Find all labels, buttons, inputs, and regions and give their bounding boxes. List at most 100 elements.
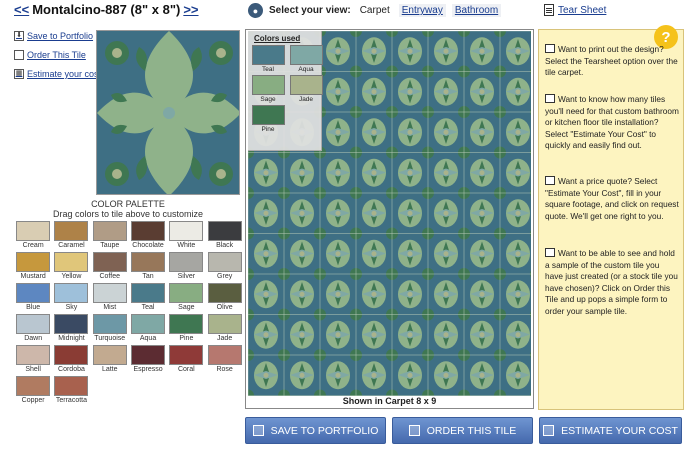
palette-swatch-white[interactable]: White	[167, 221, 205, 251]
estimate-your-cost-button[interactable]: ESTIMATE YOUR COST	[539, 417, 682, 444]
palette-swatch-jade[interactable]: Jade	[205, 314, 243, 344]
palette-swatch-aqua[interactable]: Aqua	[129, 314, 167, 344]
order-this-tile-button[interactable]: ORDER THIS TILE	[392, 417, 533, 444]
used-color-label: Sage	[260, 96, 276, 103]
swatch-label: Cream	[22, 242, 44, 249]
palette-swatch-rose[interactable]: Rose	[205, 345, 243, 375]
palette-swatch-yellow[interactable]: Yellow	[52, 252, 90, 282]
swatch-chip	[92, 345, 127, 365]
palette-swatch-mustard[interactable]: Mustard	[14, 252, 52, 282]
swatch-chip	[16, 376, 51, 396]
help-text-estimate: Want to know how many tiles you'll need …	[545, 94, 679, 150]
palette-swatch-espresso[interactable]: Espresso	[129, 345, 167, 375]
swatch-chip	[92, 252, 127, 272]
swatch-label: Caramel	[58, 242, 85, 249]
view-option-entryway[interactable]: Entryway	[398, 4, 446, 17]
swatch-chip	[207, 345, 242, 365]
used-color-label: Teal	[262, 66, 274, 73]
swatch-label: Yellow	[61, 273, 82, 280]
swatch-chip	[131, 314, 166, 334]
order-this-tile-link[interactable]: Order This Tile	[14, 50, 86, 60]
swatch-label: Turquoise	[94, 335, 126, 342]
swatch-label: Coffee	[99, 273, 120, 280]
swatch-label: Sage	[178, 304, 195, 311]
palette-swatch-tan[interactable]: Tan	[129, 252, 167, 282]
swatch-label: Sky	[65, 304, 78, 311]
palette-swatch-sky[interactable]: Sky	[52, 283, 90, 313]
palette-swatch-sage[interactable]: Sage	[167, 283, 205, 313]
used-color-sage[interactable]: Sage	[250, 75, 286, 104]
palette-swatch-midnight[interactable]: Midnight	[52, 314, 90, 344]
used-color-teal[interactable]: Teal	[250, 45, 286, 74]
palette-swatch-blue[interactable]: Blue	[14, 283, 52, 313]
swatch-chip	[131, 221, 166, 241]
colors-used-title[interactable]: Colors used	[248, 31, 321, 43]
used-color-pine[interactable]: Pine	[250, 105, 286, 134]
swatch-label: Midnight	[58, 335, 85, 342]
palette-swatch-cordoba[interactable]: Cordoba	[52, 345, 90, 375]
swatch-chip	[131, 345, 166, 365]
palette-swatch-copper[interactable]: Copper	[14, 376, 52, 406]
palette-swatch-grey[interactable]: Grey	[205, 252, 243, 282]
palette-swatch-caramel[interactable]: Caramel	[52, 221, 90, 251]
swatch-chip	[54, 252, 89, 272]
used-color-chip	[251, 75, 285, 95]
swatch-label: Grey	[217, 273, 233, 280]
palette-swatch-coral[interactable]: Coral	[167, 345, 205, 375]
palette-swatch-dawn[interactable]: Dawn	[14, 314, 52, 344]
swatch-chip	[16, 283, 51, 303]
swatch-chip	[207, 314, 242, 334]
swatch-chip	[169, 345, 204, 365]
swatch-chip	[169, 314, 204, 334]
swatch-label: Olive	[216, 304, 233, 311]
swatch-label: Shell	[25, 366, 41, 373]
swatch-chip	[54, 314, 89, 334]
swatch-label: Aqua	[139, 335, 157, 342]
swatch-chip	[169, 252, 204, 272]
swatch-chip	[92, 314, 127, 334]
palette-swatch-shell[interactable]: Shell	[14, 345, 52, 375]
carpet-view: Colors used Teal Aqua Sage Jade Pine Shown i…	[245, 29, 534, 409]
used-color-aqua[interactable]: Aqua	[288, 45, 324, 74]
save-to-portfolio-button[interactable]: SAVE TO PORTFOLIO	[245, 417, 386, 444]
palette-swatch-black[interactable]: Black	[205, 221, 243, 251]
palette-swatch-terracotta[interactable]: Terracotta	[52, 376, 90, 406]
palette-swatch-mist[interactable]: Mist	[91, 283, 129, 313]
palette-swatch-silver[interactable]: Silver	[167, 252, 205, 282]
save-to-portfolio-link[interactable]: ⬇ Save to Portfolio	[14, 31, 93, 41]
view-option-carpet[interactable]: Carpet	[357, 4, 393, 17]
swatch-chip	[92, 221, 127, 241]
swatch-chip	[207, 221, 242, 241]
carpet-caption: Shown in Carpet 8 x 9	[342, 396, 437, 406]
swatch-label: Jade	[217, 335, 233, 342]
estimate-cost-label: Estimate your cost	[27, 69, 102, 79]
palette-swatch-turquoise[interactable]: Turquoise	[91, 314, 129, 344]
view-option-bathroom[interactable]: Bathroom	[451, 4, 502, 17]
colors-used-panel: Colors used Teal Aqua Sage Jade Pine	[248, 31, 324, 151]
palette-swatch-teal[interactable]: Teal	[129, 283, 167, 313]
used-color-chip	[289, 45, 323, 65]
palette-swatch-chocolate[interactable]: Chocolate	[129, 221, 167, 251]
swatch-chip	[16, 252, 51, 272]
tile-header: << Montalcino-887 (8" x 8") >>	[14, 2, 199, 17]
swatch-label: Mustard	[20, 273, 46, 280]
prev-tile-link[interactable]: <<	[14, 2, 29, 17]
estimate-cost-link[interactable]: ▦ Estimate your cost	[14, 69, 101, 79]
tile-preview[interactable]	[96, 30, 240, 195]
tear-sheet-link[interactable]: Tear Sheet	[544, 4, 606, 16]
palette-swatch-cream[interactable]: Cream	[14, 221, 52, 251]
color-palette-grid: Cream Caramel Taupe Chocolate White Black Must…	[14, 221, 244, 406]
used-color-jade[interactable]: Jade	[288, 75, 324, 104]
tile-title: Montalcino-887 (8" x 8")	[32, 2, 181, 17]
next-tile-link[interactable]: >>	[183, 2, 198, 17]
palette-subtitle: Drag colors to tile above to customize	[52, 209, 204, 219]
palette-swatch-latte[interactable]: Latte	[91, 345, 129, 375]
palette-swatch-taupe[interactable]: Taupe	[91, 221, 129, 251]
palette-swatch-olive[interactable]: Olive	[205, 283, 243, 313]
palette-swatch-pine[interactable]: Pine	[167, 314, 205, 344]
palette-swatch-coffee[interactable]: Coffee	[91, 252, 129, 282]
swatch-chip	[207, 252, 242, 272]
swatch-chip	[54, 221, 89, 241]
help-item-estimate: Want to know how many tiles you'll need …	[545, 94, 679, 152]
tile-icon	[408, 425, 420, 436]
